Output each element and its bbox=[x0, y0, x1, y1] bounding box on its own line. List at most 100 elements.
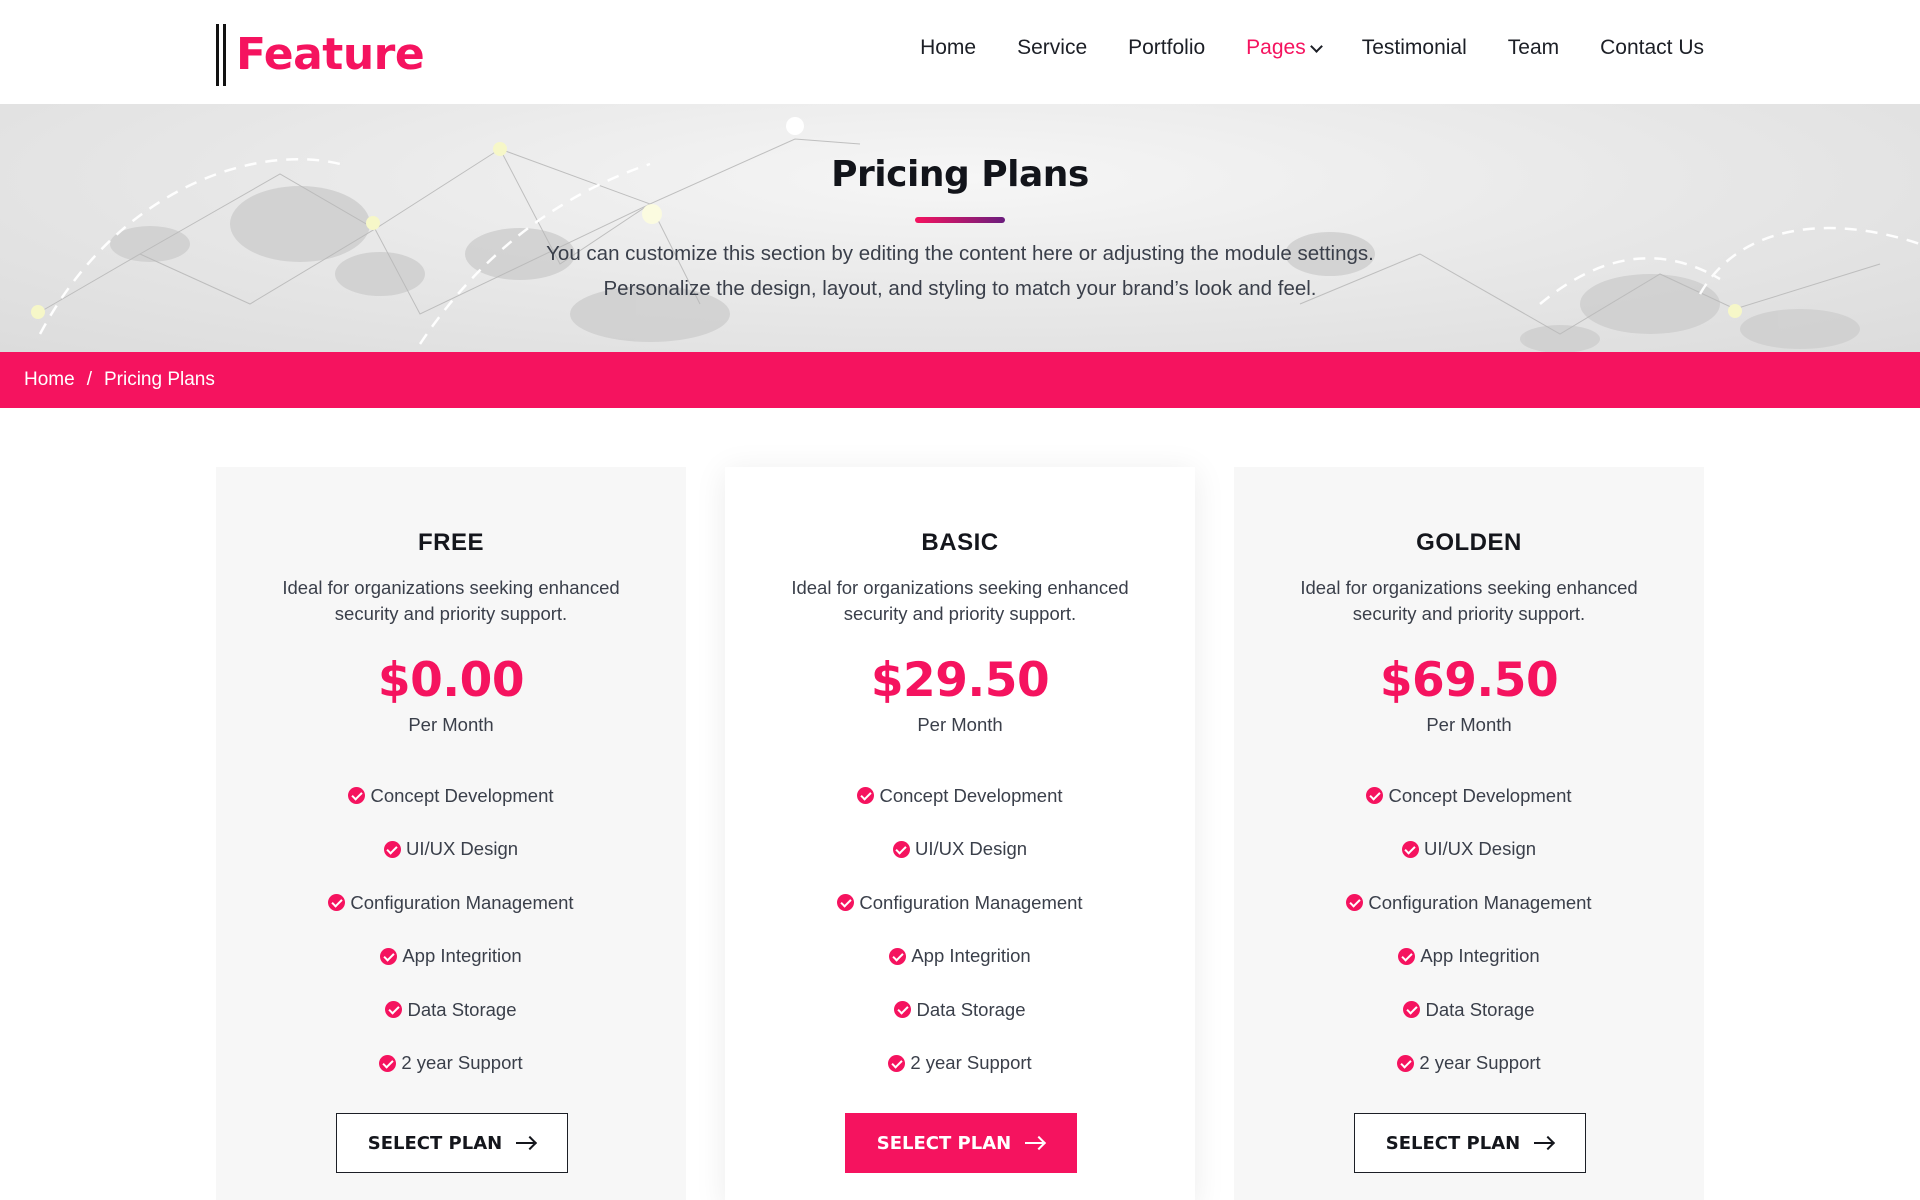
nav-item-team[interactable]: Team bbox=[1508, 36, 1559, 60]
feature-label: Configuration Management bbox=[859, 891, 1083, 913]
feature-item: UI/UX Design bbox=[1234, 823, 1704, 877]
feature-label: 2 year Support bbox=[1419, 1052, 1541, 1074]
plan-description: Ideal for organizations seeking enhanced… bbox=[1300, 577, 1638, 624]
feature-label: Data Storage bbox=[1425, 998, 1535, 1020]
check-circle-icon bbox=[1398, 947, 1416, 965]
plan-period: Per Month bbox=[917, 714, 1003, 735]
feature-label: Data Storage bbox=[407, 998, 517, 1020]
breadcrumb: Home / Pricing Plans bbox=[0, 352, 1920, 408]
feature-list: Concept Development UI/UX Design Configu… bbox=[725, 769, 1195, 1090]
nav-item-portfolio[interactable]: Portfolio bbox=[1128, 36, 1205, 60]
select-plan-label: SELECT PLAN bbox=[1385, 1132, 1521, 1154]
logo-mark-icon bbox=[214, 22, 228, 86]
plan-description: Ideal for organizations seeking enhanced… bbox=[282, 577, 620, 624]
feature-item: Data Storage bbox=[725, 983, 1195, 1037]
arrow-right-icon bbox=[1534, 1137, 1554, 1149]
main-nav: Home Service Portfolio Pages Testimonial… bbox=[879, 36, 1704, 60]
feature-label: 2 year Support bbox=[401, 1052, 523, 1074]
logo[interactable]: Feature bbox=[214, 22, 425, 86]
nav-item-home[interactable]: Home bbox=[920, 36, 976, 60]
check-circle-icon bbox=[383, 840, 401, 858]
feature-label: 2 year Support bbox=[910, 1052, 1032, 1074]
breadcrumb-current: Pricing Plans bbox=[103, 369, 215, 390]
check-circle-icon bbox=[328, 894, 346, 912]
title-underline bbox=[915, 217, 1005, 223]
page-subtitle-line-1: You can customize this section by editin… bbox=[546, 242, 1374, 265]
page-subtitle: You can customize this section by editin… bbox=[0, 236, 1920, 306]
chevron-down-icon bbox=[1309, 40, 1323, 53]
feature-label: App Integrition bbox=[402, 945, 522, 967]
check-circle-icon bbox=[348, 787, 366, 805]
nav-item-testimonial[interactable]: Testimonial bbox=[1362, 36, 1467, 60]
nav-item-contact-us[interactable]: Contact Us bbox=[1600, 36, 1704, 60]
arrow-right-icon bbox=[1025, 1137, 1045, 1149]
page-title: Pricing Plans bbox=[831, 154, 1089, 195]
pricing-card-free: FREE Ideal for organizations seeking enh… bbox=[216, 467, 686, 1200]
feature-label: Concept Development bbox=[370, 784, 554, 806]
pricing-card-golden: GOLDEN Ideal for organizations seeking e… bbox=[1234, 467, 1704, 1200]
plan-price: $29.50 bbox=[870, 653, 1050, 708]
check-circle-icon bbox=[1401, 840, 1419, 858]
feature-item: Data Storage bbox=[216, 983, 686, 1037]
feature-item: Concept Development bbox=[216, 769, 686, 823]
feature-label: UI/UX Design bbox=[914, 838, 1028, 860]
select-plan-button[interactable]: SELECT PLAN bbox=[845, 1113, 1077, 1173]
check-circle-icon bbox=[837, 894, 855, 912]
feature-item: 2 year Support bbox=[1234, 1037, 1704, 1091]
select-plan-label: SELECT PLAN bbox=[876, 1132, 1012, 1154]
site-header: Feature Home Service Portfolio Pages Tes… bbox=[0, 0, 1920, 104]
check-circle-icon bbox=[889, 947, 907, 965]
select-plan-button[interactable]: SELECT PLAN bbox=[1354, 1113, 1586, 1173]
feature-item: App Integrition bbox=[216, 930, 686, 984]
plan-description: Ideal for organizations seeking enhanced… bbox=[791, 577, 1129, 624]
plan-period: Per Month bbox=[1426, 714, 1512, 735]
plan-price: $69.50 bbox=[1379, 653, 1559, 708]
select-plan-label: SELECT PLAN bbox=[367, 1132, 503, 1154]
feature-item: Concept Development bbox=[1234, 769, 1704, 823]
plan-name: FREE bbox=[417, 529, 484, 556]
check-circle-icon bbox=[1397, 1054, 1415, 1072]
check-circle-icon bbox=[892, 840, 910, 858]
world-map-background bbox=[31, 117, 1920, 352]
logo-text: Feature bbox=[236, 28, 425, 80]
check-circle-icon bbox=[379, 1054, 397, 1072]
nav-item-pages[interactable]: Pages bbox=[1246, 36, 1323, 60]
check-circle-icon bbox=[385, 1001, 403, 1019]
plan-period: Per Month bbox=[408, 714, 494, 735]
feature-label: UI/UX Design bbox=[405, 838, 519, 860]
feature-item: Configuration Management bbox=[216, 876, 686, 930]
feature-item: Data Storage bbox=[1234, 983, 1704, 1037]
check-circle-icon bbox=[380, 947, 398, 965]
plan-name: GOLDEN bbox=[1416, 529, 1522, 556]
pricing-card-basic: BASIC Ideal for organizations seeking en… bbox=[725, 467, 1195, 1200]
page-hero: Pricing Plans You can customize this sec… bbox=[0, 104, 1920, 352]
check-circle-icon bbox=[894, 1001, 912, 1019]
feature-item: 2 year Support bbox=[725, 1037, 1195, 1091]
breadcrumb-separator: / bbox=[86, 369, 92, 390]
breadcrumb-home[interactable]: Home bbox=[24, 369, 75, 391]
feature-label: Data Storage bbox=[916, 998, 1026, 1020]
feature-item: App Integrition bbox=[725, 930, 1195, 984]
feature-item: Configuration Management bbox=[1234, 876, 1704, 930]
feature-list: Concept Development UI/UX Design Configu… bbox=[216, 769, 686, 1090]
feature-label: App Integrition bbox=[911, 945, 1031, 967]
feature-item: Concept Development bbox=[725, 769, 1195, 823]
nav-item-pages-label: Pages bbox=[1246, 36, 1306, 59]
feature-label: Configuration Management bbox=[1368, 891, 1592, 913]
feature-label: App Integrition bbox=[1420, 945, 1540, 967]
feature-item: UI/UX Design bbox=[216, 823, 686, 877]
check-circle-icon bbox=[888, 1054, 906, 1072]
select-plan-button[interactable]: SELECT PLAN bbox=[336, 1113, 568, 1173]
check-circle-icon bbox=[1403, 1001, 1421, 1019]
feature-item: 2 year Support bbox=[216, 1037, 686, 1091]
feature-item: App Integrition bbox=[1234, 930, 1704, 984]
check-circle-icon bbox=[1346, 894, 1364, 912]
nav-item-service[interactable]: Service bbox=[1017, 36, 1087, 60]
check-circle-icon bbox=[1366, 787, 1384, 805]
feature-item: Configuration Management bbox=[725, 876, 1195, 930]
page-subtitle-line-2: Personalize the design, layout, and styl… bbox=[603, 277, 1317, 300]
plan-name: BASIC bbox=[921, 529, 999, 556]
arrow-right-icon bbox=[516, 1137, 536, 1149]
feature-label: Concept Development bbox=[1388, 784, 1572, 806]
feature-label: Configuration Management bbox=[350, 891, 574, 913]
